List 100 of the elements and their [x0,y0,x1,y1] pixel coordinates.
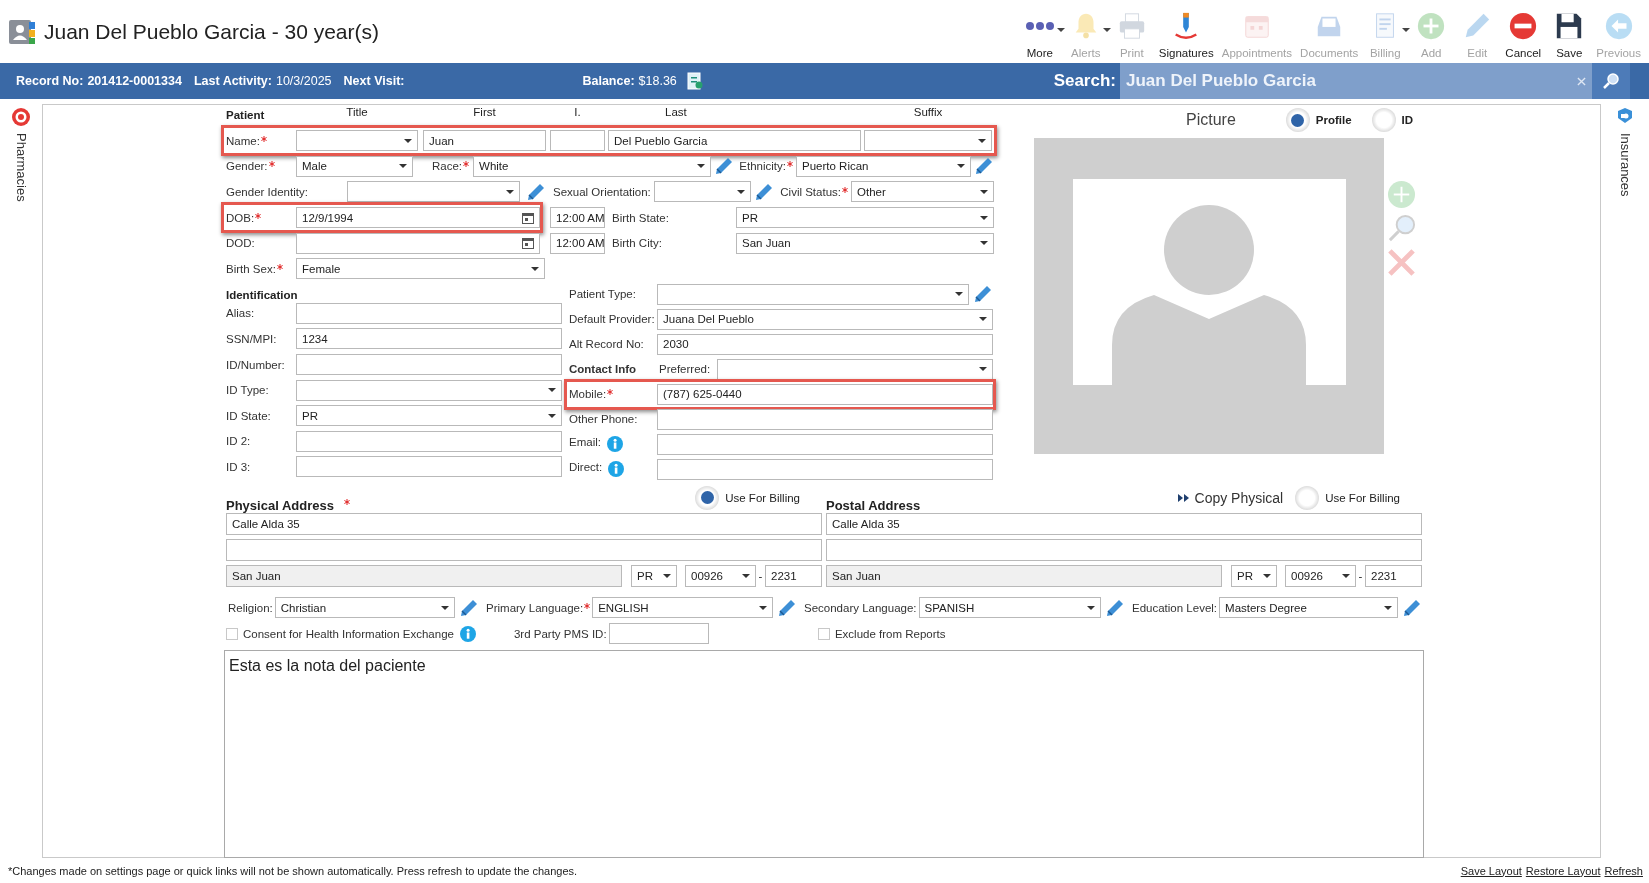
footer-link[interactable]: Restore Layout [1525,864,1601,877]
radio-button[interactable]: Profile [1285,108,1352,132]
pencil-icon[interactable] [526,182,546,202]
notes-field[interactable]: Esta es la nota del paciente [224,649,1424,858]
field-label: Gender: [226,160,268,173]
text-field[interactable] [296,302,562,324]
text-field[interactable]: 12:00 AM [550,232,605,254]
dropdown[interactable]: Masters Degree [1219,597,1398,619]
text-field[interactable]: 2231 [1365,564,1422,587]
field-label: ID 3: [226,460,251,473]
dropdown[interactable] [296,130,418,152]
side-tab[interactable]: Insurances [1615,99,1635,197]
balance-label: Balance: [582,74,635,88]
text-field[interactable] [296,354,562,376]
dropdown[interactable]: Female [296,258,545,280]
caret-icon [697,164,706,169]
pencil-icon[interactable] [459,597,479,618]
field-label: ID/Number: [226,358,285,371]
dropdown[interactable] [296,379,562,401]
dropdown[interactable]: ENGLISH [592,597,773,619]
dropdown[interactable]: SPANISH [918,597,1101,619]
dropdown[interactable]: Other [851,181,994,203]
dropdown[interactable]: Christian [274,597,455,619]
field-label: ID 2: [226,435,251,448]
text-field[interactable] [296,430,562,452]
balance-amount: $18.36 [638,74,677,88]
pencil-icon[interactable] [1105,597,1125,618]
radio-button[interactable]: Use For Billing [1295,485,1400,510]
info-icon[interactable] [606,436,623,453]
calendar-icon[interactable] [522,237,534,250]
pencil-icon[interactable] [973,284,993,305]
date-field[interactable]: 12/9/1994 [296,207,540,229]
footer-note: *Changes made on settings page or quick links will not be shown automatically. Press refresh to update the changes. [8,864,578,877]
text-field[interactable]: 1234 [296,328,562,350]
dropdown[interactable]: White [473,155,712,177]
toolbar-button[interactable]: Signatures [1154,10,1218,59]
field-label: Direct: [569,461,603,474]
last-activity-date: 10/3/2025 [275,74,332,88]
text-field[interactable]: San Juan [826,564,1222,587]
toolbar-button[interactable]: Save [1546,10,1593,59]
column-heading: Suffix [912,106,944,118]
delete-icon[interactable] [1387,248,1416,277]
dropdown[interactable] [347,181,520,203]
dropdown[interactable]: Puerto Rican [796,155,971,177]
dropdown[interactable]: PR [631,564,677,587]
dropdown[interactable]: 00926 [1285,564,1356,587]
clear-icon[interactable] [1577,76,1586,86]
calendar-icon[interactable] [522,211,534,224]
text-field[interactable]: Del Pueblo Garcia [608,130,861,152]
text-field[interactable]: 2030 [657,333,993,355]
pencil-icon[interactable] [777,597,797,618]
info-icon[interactable] [608,461,625,478]
search-label: Search: [1053,71,1116,91]
text-field[interactable] [657,458,993,480]
section-heading: Physical Address [226,497,334,513]
text-field[interactable]: (787) 625-0440 [657,383,993,405]
dropdown[interactable]: PR [1231,564,1277,587]
toolbar-button[interactable]: More [1016,10,1063,59]
date-field[interactable] [296,232,540,254]
pencil-icon[interactable] [754,182,775,202]
dropdown[interactable]: Male [296,155,413,177]
toolbar-button[interactable]: Cancel [1500,10,1547,59]
text-field[interactable]: San Juan [226,564,622,587]
info-icon[interactable] [459,625,476,642]
text-field[interactable]: Calle Alda 35 [826,512,1422,535]
dropdown[interactable]: Juana Del Pueblo [657,308,993,330]
pencil-icon[interactable] [1402,597,1422,618]
radio-button[interactable]: Use For Billing [695,485,800,510]
copy-button[interactable]: Copy Physical [1177,489,1284,506]
pencil-icon[interactable] [714,156,735,177]
checkbox[interactable]: Consent for Health Information Exchange [226,627,454,640]
dropdown[interactable]: PR [736,207,994,229]
side-tab[interactable]: Pharmacies [11,99,31,202]
text-field[interactable] [296,456,562,478]
footer-link[interactable]: Refresh [1604,864,1643,877]
dropdown[interactable]: PR [296,405,562,427]
text-field[interactable] [657,408,993,430]
dropdown[interactable]: San Juan [736,232,994,254]
receipt-icon[interactable] [686,72,703,90]
text-field[interactable] [826,538,1422,561]
text-field[interactable] [226,538,822,561]
text-field[interactable] [657,433,993,455]
text-field[interactable]: Juan [423,130,546,152]
column-heading: Title [345,106,369,118]
dropdown[interactable] [717,358,993,380]
text-field[interactable] [550,130,605,152]
search-icon[interactable] [1387,214,1416,243]
text-field[interactable]: 12:00 AM [550,207,605,229]
field-label: Default Provider: [569,313,655,326]
pencil-icon[interactable] [974,156,994,177]
column-heading: Last [664,106,688,118]
text-field[interactable] [608,623,709,645]
search-button[interactable] [1592,63,1630,99]
text-field[interactable]: 2231 [765,564,822,587]
text-field[interactable]: Calle Alda 35 [226,512,822,535]
footer-link[interactable]: Save Layout [1460,864,1522,877]
dropdown[interactable]: 00926 [685,564,756,587]
next-visit-label: Next Visit: [343,74,405,88]
checkbox[interactable]: Exclude from Reports [817,627,946,640]
caret-icon [663,573,671,578]
